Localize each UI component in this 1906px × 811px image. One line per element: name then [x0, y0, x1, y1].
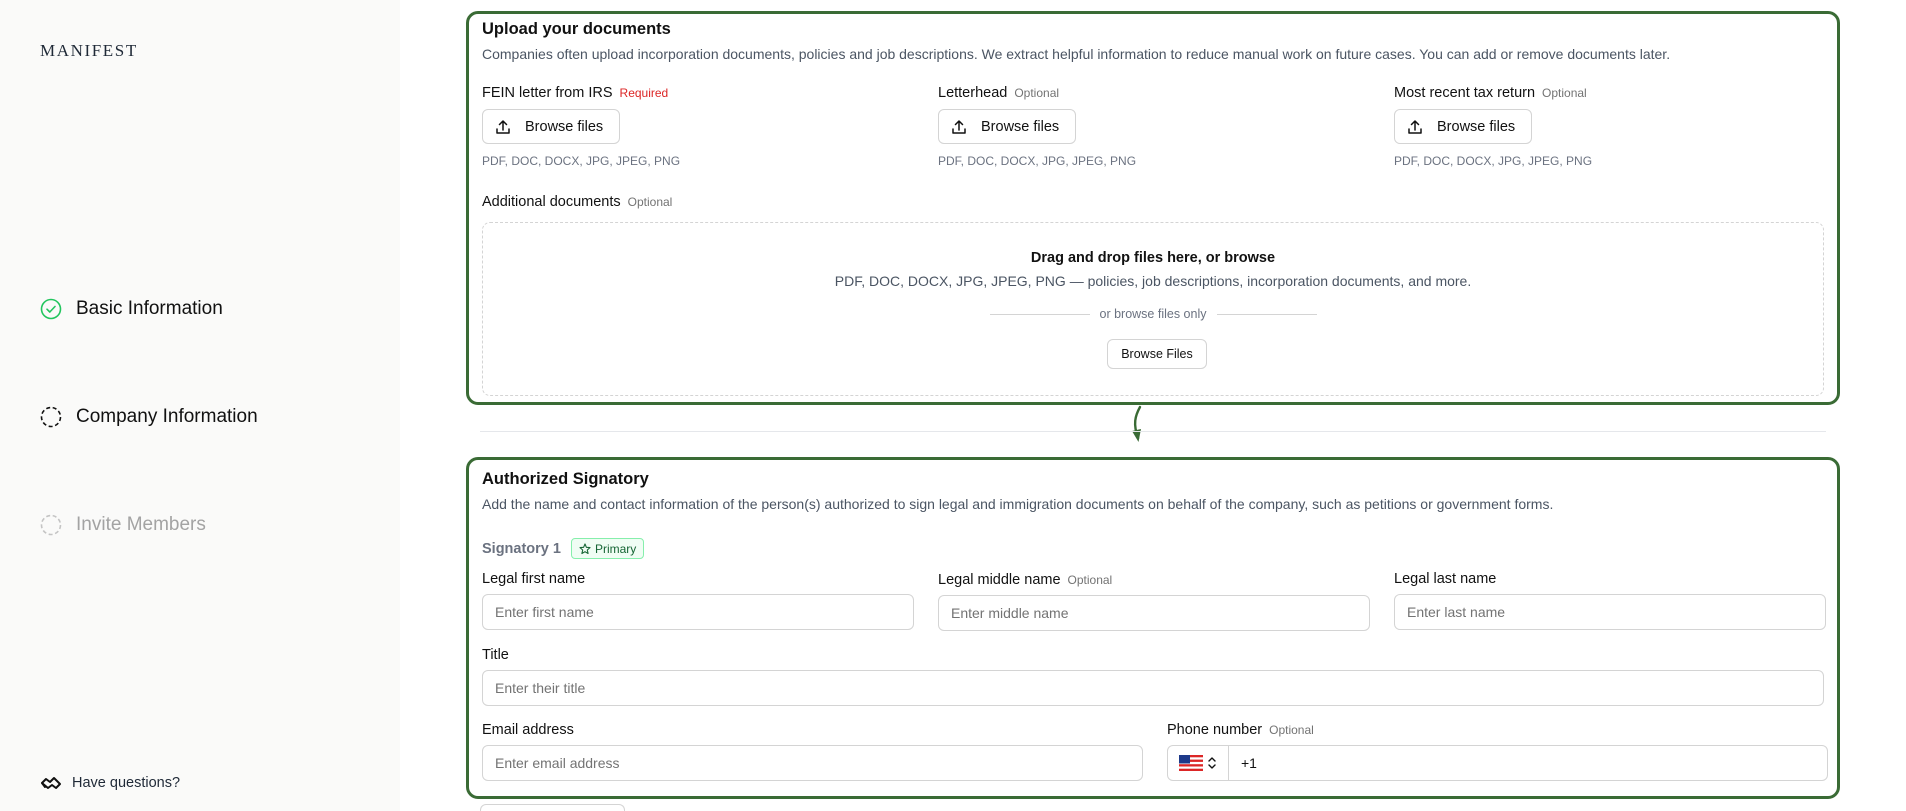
button-label: Browse files: [525, 118, 604, 135]
field-label: Legal middle name: [938, 572, 1061, 588]
section-description: Companies often upload incorporation doc…: [482, 46, 1671, 62]
primary-badge: Primary: [570, 538, 645, 559]
upload-icon: [1408, 119, 1422, 134]
optional-tag: Optional: [1067, 573, 1113, 587]
step-basic-information[interactable]: Basic Information: [40, 298, 223, 320]
step-label: Invite Members: [76, 514, 206, 535]
field-label: Letterhead: [938, 85, 1008, 101]
field-label: Legal last name: [1394, 571, 1497, 587]
first-name-field: Legal first name Enter first name: [482, 571, 914, 631]
main-content: Upload your documents Companies often up…: [400, 0, 1906, 811]
logo: MANIFEST: [40, 41, 138, 60]
field-label: Phone number: [1167, 722, 1263, 738]
last-name-input[interactable]: Enter last name: [1394, 594, 1826, 630]
step-company-information[interactable]: Company Information: [40, 406, 258, 428]
upload-icon: [952, 119, 966, 134]
file-dropzone[interactable]: Drag and drop files here, or browse PDF,…: [482, 222, 1824, 396]
section-description: Add the name and contact information of …: [482, 496, 1554, 512]
additional-documents-label: Additional documents Optional: [482, 194, 672, 210]
field-label: Title: [482, 647, 509, 663]
upload-field-letterhead: Letterhead Optional Browse files PDF, DO…: [938, 85, 1394, 168]
middle-name-input[interactable]: Enter middle name: [938, 595, 1370, 631]
optional-tag: Optional: [1014, 86, 1060, 100]
dropzone-browse-button[interactable]: Browse Files: [1107, 339, 1207, 369]
upload-field-fein: FEIN letter from IRS Required Browse fil…: [482, 85, 938, 168]
accepted-formats: PDF, DOC, DOCX, JPG, JPEG, PNG: [1394, 154, 1593, 168]
or-text: or browse files only: [1099, 307, 1207, 321]
upload-icon: [496, 119, 510, 134]
us-flag-icon: [1179, 755, 1203, 771]
section-title: Authorized Signatory: [482, 470, 649, 488]
phone-number-input[interactable]: +1: [1229, 755, 1257, 771]
button-label: Browse files: [981, 118, 1060, 135]
accepted-formats: PDF, DOC, DOCX, JPG, JPEG, PNG: [482, 154, 681, 168]
upload-documents-card: Upload your documents Companies often up…: [466, 11, 1840, 405]
middle-name-field: Legal middle name Optional Enter middle …: [938, 572, 1370, 631]
browse-files-button[interactable]: Browse files: [1394, 109, 1532, 144]
field-label: Email address: [482, 722, 574, 738]
star-icon: [579, 542, 591, 554]
dashed-circle-icon: [40, 406, 62, 428]
badge-label: Primary: [594, 541, 637, 556]
field-label: Legal first name: [482, 571, 586, 587]
dropzone-title: Drag and drop files here, or browse: [1030, 250, 1276, 266]
required-tag: Required: [619, 86, 669, 100]
optional-tag: Optional: [627, 195, 673, 209]
authorized-signatory-card: Authorized Signatory Add the name and co…: [466, 457, 1840, 799]
section-title: Upload your documents: [482, 20, 671, 38]
first-name-input[interactable]: Enter first name: [482, 594, 914, 630]
country-select[interactable]: [1168, 746, 1229, 780]
title-input[interactable]: Enter their title: [482, 670, 1824, 706]
step-label: Company Information: [76, 406, 258, 427]
signatory-label: Signatory 1: [482, 540, 561, 557]
phone-input-group: +1: [1167, 745, 1828, 781]
check-circle-icon: [40, 298, 62, 320]
step-invite-members[interactable]: Invite Members: [40, 514, 206, 536]
help-label: Have questions?: [72, 775, 181, 791]
last-name-field: Legal last name Enter last name: [1394, 571, 1826, 631]
email-field: Email address Enter email address: [482, 722, 1143, 781]
optional-tag: Optional: [1269, 723, 1314, 737]
connector-arrow-icon: [1132, 405, 1142, 442]
field-label: Additional documents: [482, 194, 621, 210]
help-link[interactable]: Have questions?: [40, 775, 180, 791]
section-divider: [480, 431, 1826, 432]
chevron-up-down-icon: [1208, 757, 1216, 769]
add-signatory-button[interactable]: [480, 804, 625, 811]
field-label: FEIN letter from IRS: [482, 85, 613, 101]
browse-files-button[interactable]: Browse files: [482, 109, 620, 144]
accepted-formats: PDF, DOC, DOCX, JPG, JPEG, PNG: [938, 154, 1137, 168]
dashed-circle-icon: [40, 514, 62, 536]
sidebar: MANIFEST Basic Information Company Infor…: [0, 0, 400, 811]
phone-field: Phone number Optional +1: [1167, 722, 1828, 781]
email-input[interactable]: Enter email address: [482, 745, 1143, 781]
title-field: Title Enter their title: [482, 647, 1824, 706]
or-divider: or browse files only: [483, 307, 1823, 321]
handshake-icon: [41, 777, 61, 789]
step-label: Basic Information: [76, 298, 223, 319]
dropzone-subtitle: PDF, DOC, DOCX, JPG, JPEG, PNG — policie…: [834, 273, 1472, 289]
optional-tag: Optional: [1542, 86, 1587, 100]
field-label: Most recent tax return: [1394, 85, 1536, 101]
upload-field-tax-return: Most recent tax return Optional Browse f…: [1394, 85, 1850, 168]
button-label: Browse files: [1437, 118, 1516, 135]
signatory-header: Signatory 1 Primary: [482, 538, 645, 559]
browse-files-button[interactable]: Browse files: [938, 109, 1076, 144]
